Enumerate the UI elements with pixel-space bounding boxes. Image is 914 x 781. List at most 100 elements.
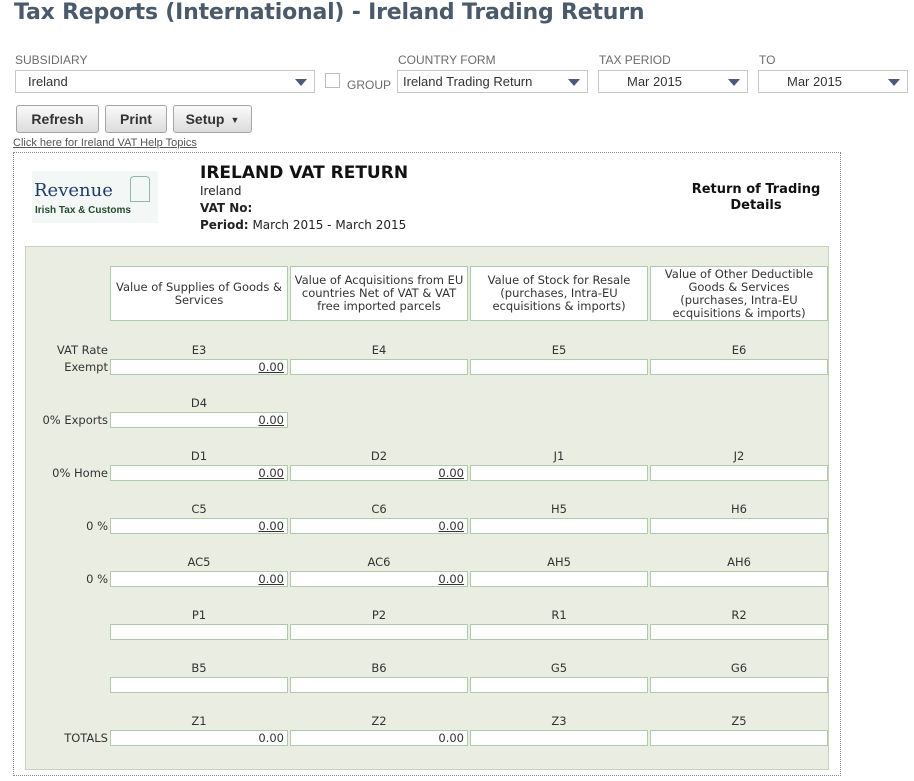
box-code: P1 bbox=[191, 608, 207, 622]
box-field[interactable] bbox=[290, 677, 468, 693]
box-field[interactable] bbox=[650, 624, 828, 640]
chevron-down-icon bbox=[295, 79, 307, 86]
box-field[interactable] bbox=[470, 730, 648, 746]
box-field[interactable] bbox=[110, 624, 288, 640]
box-field[interactable]: 0.00 bbox=[110, 359, 288, 375]
box-field[interactable]: 0.00 bbox=[110, 412, 288, 428]
box-field[interactable]: 0.00 bbox=[290, 465, 468, 481]
box-code: J1 bbox=[553, 449, 565, 463]
setup-label: Setup bbox=[185, 111, 225, 127]
box-code: G5 bbox=[550, 661, 568, 675]
box-code: Z2 bbox=[371, 714, 387, 728]
box-value: 0.00 bbox=[258, 731, 284, 745]
box-field[interactable] bbox=[650, 571, 828, 587]
box-code: D1 bbox=[190, 449, 208, 463]
box-code: AC6 bbox=[367, 555, 391, 569]
box-field[interactable]: 0.00 bbox=[110, 518, 288, 534]
box-field[interactable]: 0.00 bbox=[110, 730, 288, 746]
column-header: Value of Acquisitions from EU countries … bbox=[290, 266, 468, 321]
chevron-down-icon bbox=[888, 79, 900, 86]
page-title: Tax Reports (International) - Ireland Tr… bbox=[14, 0, 645, 25]
box-field[interactable] bbox=[650, 677, 828, 693]
box-field[interactable] bbox=[110, 677, 288, 693]
box-code: E3 bbox=[191, 343, 207, 357]
period-value: March 2015 - March 2015 bbox=[252, 218, 407, 232]
box-field[interactable] bbox=[650, 359, 828, 375]
box-field[interactable] bbox=[470, 518, 648, 534]
return-title-line1: Return of Trading bbox=[691, 182, 821, 197]
country-form-value: Ireland Trading Return bbox=[403, 74, 533, 89]
column-header: Value of Other Deductible Goods & Servic… bbox=[650, 266, 828, 321]
box-field[interactable] bbox=[470, 571, 648, 587]
vat-rate-label: VAT Rate bbox=[56, 343, 108, 357]
country-form-select[interactable]: Ireland Trading Return bbox=[397, 70, 588, 93]
report-title: IRELAND VAT RETURN bbox=[200, 163, 409, 183]
box-code: AC5 bbox=[187, 555, 211, 569]
box-field[interactable]: 0.00 bbox=[290, 518, 468, 534]
row-label: 0% Home bbox=[52, 466, 108, 480]
box-code: Z1 bbox=[191, 714, 207, 728]
box-field[interactable] bbox=[470, 624, 648, 640]
box-code: D2 bbox=[370, 449, 388, 463]
box-field[interactable]: 0.00 bbox=[290, 571, 468, 587]
chevron-down-icon bbox=[728, 79, 740, 86]
box-field[interactable] bbox=[650, 518, 828, 534]
harp-icon bbox=[130, 176, 150, 202]
country-form-label: COUNTRY FORM bbox=[398, 53, 496, 67]
box-code: AH5 bbox=[547, 555, 571, 569]
row-label: 0% Exports bbox=[42, 413, 108, 427]
print-button[interactable]: Print bbox=[105, 105, 167, 133]
box-code: Z5 bbox=[731, 714, 747, 728]
box-value: 0.00 bbox=[258, 466, 284, 480]
box-code: R1 bbox=[551, 608, 567, 622]
box-code: E6 bbox=[731, 343, 747, 357]
box-code: D4 bbox=[190, 396, 208, 410]
group-label: GROUP bbox=[347, 78, 392, 92]
box-field[interactable] bbox=[290, 624, 468, 640]
box-value: 0.00 bbox=[258, 519, 284, 533]
tax-period-select[interactable]: Mar 2015 bbox=[598, 70, 748, 93]
box-code: B5 bbox=[191, 661, 207, 675]
box-field[interactable] bbox=[290, 359, 468, 375]
box-field[interactable]: 0.00 bbox=[110, 571, 288, 587]
return-title: Return of Trading Details bbox=[654, 182, 858, 214]
box-field[interactable] bbox=[470, 359, 648, 375]
to-label: TO bbox=[759, 53, 776, 67]
box-code: E5 bbox=[551, 343, 567, 357]
box-value: 0.00 bbox=[438, 466, 464, 480]
box-code: H6 bbox=[731, 502, 747, 516]
to-period-select[interactable]: Mar 2015 bbox=[758, 70, 908, 93]
refresh-button[interactable]: Refresh bbox=[16, 105, 99, 133]
box-code: E4 bbox=[371, 343, 387, 357]
box-value: 0.00 bbox=[258, 360, 284, 374]
box-value: 0.00 bbox=[438, 731, 464, 745]
tax-period-value: Mar 2015 bbox=[627, 74, 682, 89]
caret-down-icon: ▼ bbox=[230, 115, 240, 126]
box-field[interactable] bbox=[470, 465, 648, 481]
box-field[interactable] bbox=[470, 677, 648, 693]
box-field[interactable]: 0.00 bbox=[290, 730, 468, 746]
report-period: Period: March 2015 - March 2015 bbox=[200, 218, 406, 232]
return-grid: Value of Supplies of Goods & Services Va… bbox=[25, 246, 829, 770]
logo-name: Revenue bbox=[34, 180, 113, 201]
vat-no-label: VAT No: bbox=[200, 201, 253, 215]
setup-button[interactable]: Setup ▼ bbox=[173, 105, 252, 133]
box-code: P2 bbox=[371, 608, 387, 622]
subsidiary-select[interactable]: Ireland bbox=[15, 70, 315, 93]
help-link[interactable]: Click here for Ireland VAT Help Topics bbox=[13, 137, 197, 149]
box-code: Z3 bbox=[551, 714, 567, 728]
row-label: Exempt bbox=[64, 360, 108, 374]
group-checkbox[interactable] bbox=[325, 73, 340, 88]
tax-period-label: TAX PERIOD bbox=[599, 53, 671, 67]
box-field[interactable] bbox=[650, 465, 828, 481]
box-value: 0.00 bbox=[258, 572, 284, 586]
box-code: C6 bbox=[371, 502, 387, 516]
subsidiary-value: Ireland bbox=[28, 74, 68, 89]
return-title-line2: Details bbox=[730, 198, 782, 213]
box-value: 0.00 bbox=[438, 519, 464, 533]
box-field[interactable]: 0.00 bbox=[110, 465, 288, 481]
box-code: B6 bbox=[371, 661, 387, 675]
period-label: Period: bbox=[200, 218, 249, 232]
box-field[interactable] bbox=[650, 730, 828, 746]
report-country: Ireland bbox=[200, 184, 242, 198]
